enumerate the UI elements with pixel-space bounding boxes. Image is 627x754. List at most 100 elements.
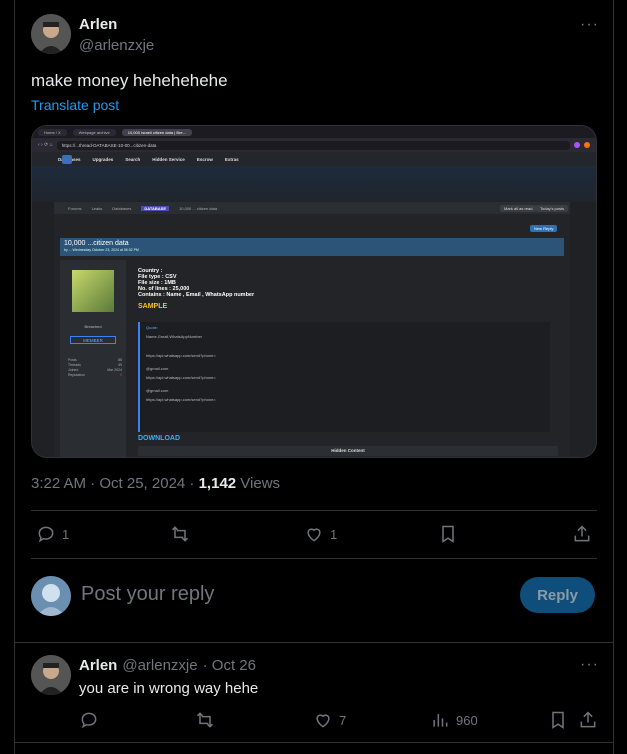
quote-label: Quote: [146,325,159,330]
extension-icon [574,142,580,148]
post-content: Country : File type : CSV File size : 1M… [138,260,558,457]
thread-divider [14,742,614,743]
content-line: Contains : Name , Email , WhatsApp numbe… [138,292,255,298]
divider [31,510,597,511]
bookmark-icon [442,525,454,543]
user-panel: Breached MEMBER Posts 85 Threads 49 Joined… [60,260,126,457]
quote-line: @gmail.com [146,388,169,393]
extension-icon [584,142,590,148]
heart-icon [307,528,321,542]
reply-action[interactable]: 1 [36,524,69,544]
forum-thread-page: Forums Leaks Databases DATABASE 10,000 .… [54,202,570,457]
breadcrumb-item: Leaks [91,205,103,211]
forum-nav-item: Escrow [196,156,213,162]
forum-home-icon [62,155,72,164]
comment-like-action[interactable]: 7 [313,710,346,730]
browser-tab: 10,000 Israeli citizen data | Bre... [121,128,192,136]
thread-divider [14,642,614,643]
post-meta: 3:22 AM · Oct 25, 2024 · 1,142 Views [31,475,280,492]
forum-nav: Databases Upgrades Search Hidden Service… [32,152,596,166]
comment-author-name[interactable]: Arlen [79,657,117,674]
user-rank: Breached [84,324,102,329]
reply-button[interactable]: Reply [520,577,595,613]
reply-count: 1 [62,526,70,542]
forum-banner [32,166,596,202]
quote-line: https://api.whatsapp.com/send?phone= [146,353,216,358]
my-avatar[interactable] [31,576,71,616]
repost-action[interactable] [170,524,190,544]
post-timestamp[interactable]: 3:22 AM · Oct 25, 2024 · [31,475,199,492]
browser-tab: Home / X [38,128,67,136]
quote-line: https://api.whatsapp.com/send?phone= [146,397,216,402]
thread-title: 10,000 ...citizen data [64,240,129,247]
browser-urlbar: ‹ › ⟳ ⌂ https://...thread-DATABASE-10-00… [32,138,596,152]
browser-nav-icons: ‹ › ⟳ ⌂ [38,142,53,148]
comment-view-count: 960 [456,712,478,728]
share-icon [580,711,596,728]
download-label: DOWNLOAD [138,435,180,442]
breadcrumb: Forums Leaks Databases DATABASE 10,000 .… [54,202,570,214]
user-badge: MEMBER [70,336,116,344]
divider [31,558,597,559]
breadcrumb-tag: DATABASE [141,205,170,211]
todays-posts-button: Today's posts [536,205,569,212]
user-stats: Posts 85 Threads 49 Joined Mar 2024 Reputat… [68,358,122,378]
browser-tab: Webpage archive [72,128,116,136]
thread-header: 10,000 ...citizen data by ... Wednesday … [60,238,564,256]
browser-url: https://...thread-DATABASE-10-00...citiz… [56,140,570,150]
comment-more-icon[interactable]: ··· [580,656,599,674]
bookmark-icon [552,711,564,729]
comment-repost-action[interactable] [195,710,215,730]
like-count: 1 [330,526,338,542]
share-icon [574,525,590,542]
reply-icon [81,712,97,729]
sample-label: SAMPLE [138,303,168,310]
translate-post-link[interactable]: Translate post [31,97,119,113]
user-avatar [72,270,114,312]
heart-icon [316,714,330,728]
browser-tabbar: Home / X Webpage archive 10,000 Israeli … [32,126,596,138]
comment-like-count: 7 [339,712,347,728]
more-options-icon[interactable]: ··· [580,16,599,34]
comment-date[interactable]: · Oct 26 [203,657,256,674]
avatar[interactable] [31,14,71,54]
mark-read-button: Mark all as read [500,205,537,212]
comment-bookmark-action[interactable] [548,710,568,730]
comment-author-handle[interactable]: @arlenzxje [122,657,197,674]
hidden-content-bar: Hidden Content [138,446,558,456]
comment-reply-action[interactable] [79,710,99,730]
quote-line: Name,Gmail,WhatsAppNumber [146,334,203,339]
views-label: Views [236,475,281,492]
breadcrumb-item: Databases [112,205,132,211]
share-action[interactable] [572,524,592,544]
reply-icon [38,526,54,543]
new-reply-button: New Reply [530,225,558,232]
repost-icon [171,526,189,542]
breadcrumb-item: 10,000 ... citizen data [179,205,218,211]
forum-nav-item: Hidden Service [152,156,185,162]
comment-views-action[interactable]: 960 [430,710,478,730]
quote-line: @gmail.com [146,366,169,371]
stat-label: Reputation [68,373,85,377]
forum-nav-item: Upgrades [92,156,114,162]
quote-block: Quote: Name,Gmail,WhatsAppNumber https:/… [138,322,550,432]
repost-icon [196,712,214,728]
post-text: make money hehehehehe [31,71,228,90]
post-media-image[interactable]: Home / X Webpage archive 10,000 Israeli … [31,125,597,458]
like-action[interactable]: 1 [304,524,337,544]
comment-text: you are in wrong way hehe [79,680,259,697]
views-count: 1,142 [198,475,237,492]
author-name[interactable]: Arlen [79,16,117,33]
quote-line: https://api.whatsapp.com/send?phone= [146,375,216,380]
thread-subtitle: by ... Wednesday October 23, 2024 at 06:… [64,248,139,252]
comment-share-action[interactable] [578,710,598,730]
author-handle[interactable]: @arlenzxje [79,37,154,54]
views-chart-icon [433,714,448,727]
reply-input[interactable]: Post your reply [81,583,214,606]
forum-nav-item: Extras [224,156,239,162]
bookmark-action[interactable] [438,524,458,544]
comment-header: Arlen @arlenzxje · Oct 26 [79,657,256,674]
comment-avatar[interactable] [31,655,71,695]
stat-value: 0 [120,373,122,377]
